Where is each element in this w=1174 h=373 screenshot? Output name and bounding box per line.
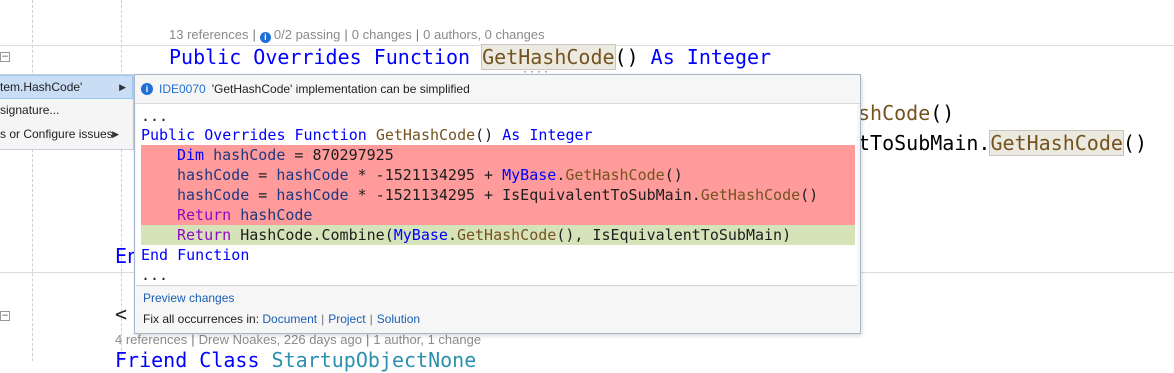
keyword-text: Public Overrides Function (141, 126, 367, 144)
fn-text: GetHashCode (700, 186, 801, 204)
collapse-toggle[interactable]: − (0, 52, 10, 62)
code-text: . (447, 226, 457, 244)
keyword-text: MyBase (502, 166, 557, 184)
member-access-text: tToSubMain. (858, 131, 991, 155)
menu-item-change-signature[interactable]: signature... (0, 99, 133, 123)
menu-item-label: signature... (0, 103, 60, 117)
fn-text: GetHashCode (375, 126, 476, 144)
code-text: * -1521134295 + IsEquivalentToSubMain. (348, 186, 701, 204)
codelens-changes[interactable]: 1 author, 1 change (373, 332, 481, 347)
indent-guide (32, 0, 33, 361)
function-name-highlighted[interactable]: GetHashCode (481, 44, 616, 70)
removed-line: hashCode = hashCode * -1521134295 + IsEq… (177, 185, 818, 205)
collapse-toggle[interactable]: − (0, 311, 10, 321)
class-name-text: StartupObjectNone (271, 348, 477, 372)
preview-signature: Public Overrides Function GetHashCode() … (141, 125, 593, 145)
parens-text: () (930, 101, 955, 125)
menu-item-suppress-configure[interactable]: s or Configure issues ▶ (0, 123, 133, 147)
fix-all-label: Fix all occurrences in: (143, 312, 260, 326)
quick-actions-menu: tem.HashCode' ▶ signature... s or Config… (0, 74, 134, 150)
keyword-text: Public Overrides Function (169, 45, 471, 69)
code-text: = 870297925 (285, 146, 394, 164)
codelens-authors[interactable]: 0 authors, 0 changes (423, 27, 544, 42)
code-text: () (800, 186, 819, 204)
code-line-right-2: tToSubMain.GetHashCode() (858, 130, 1147, 156)
var-text: hashCode (213, 146, 286, 164)
codelens-author[interactable]: Drew Noakes, 226 days ago (199, 332, 362, 347)
code-preview: ... Public Overrides Function GetHashCod… (136, 104, 857, 286)
var-text: hashCode (240, 206, 313, 224)
code-text: () (664, 166, 683, 184)
preview-popup: i IDE0070 'GetHashCode' implementation c… (134, 74, 861, 334)
parens-text: () (614, 45, 639, 69)
preview-ellipsis: ... (141, 107, 169, 125)
codelens-changes[interactable]: 0 changes (352, 27, 412, 42)
codelens-references[interactable]: 4 references (115, 332, 187, 347)
codelens-tests[interactable]: 0/2 passing (274, 27, 341, 42)
fix-document-link[interactable]: Document (262, 312, 317, 326)
info-icon: i (141, 83, 153, 95)
keyword-text: Dim (177, 146, 205, 164)
code-line-signature: Public Overrides Function GetHashCode() … (169, 44, 771, 70)
keyword-text: MyBase (393, 226, 448, 244)
parens-text: () (475, 126, 494, 144)
keyword-text: Return (177, 226, 232, 244)
fn-text: GetHashCode (565, 166, 665, 184)
menu-item-label: tem.HashCode' (0, 80, 83, 94)
codelens-top: 13 references | i 0/2 passing | 0 changes | 0 a… (169, 27, 545, 43)
fn-fragment: shCode (858, 101, 931, 125)
var-text: hashCode (276, 166, 349, 184)
keyword-text: Return (177, 206, 232, 224)
code-text: = (249, 166, 277, 184)
info-icon: i (259, 32, 271, 43)
added-line: Return HashCode.Combine(MyBase.GetHashCo… (177, 225, 791, 245)
keyword-text: Friend Class (115, 348, 260, 372)
diagnostic-message: 'GetHashCode' implementation can be simp… (211, 82, 470, 96)
return-type-text: As Integer (650, 45, 772, 69)
codelens-bottom: 4 references | Drew Noakes, 226 days ago | 1… (115, 332, 482, 347)
submenu-arrow-icon: ▶ (119, 82, 126, 92)
var-text: hashCode (276, 186, 349, 204)
codelens-references[interactable]: 13 references (169, 27, 249, 42)
fix-project-link[interactable]: Project (328, 312, 365, 326)
popup-header: i IDE0070 'GetHashCode' implementation c… (135, 75, 860, 104)
menu-item-label: s or Configure issues (0, 127, 113, 141)
code-text: (), IsEquivalentToSubMain) (556, 226, 792, 244)
preview-ellipsis: ... (141, 266, 169, 284)
parens-text: () (1122, 131, 1147, 155)
diagnostic-id[interactable]: IDE0070 (159, 82, 206, 96)
removed-line: Return hashCode (177, 205, 312, 225)
fix-solution-link[interactable]: Solution (377, 312, 420, 326)
keyword-text: As Integer (502, 126, 593, 144)
attribute-fragment: < (115, 302, 128, 326)
code-text: HashCode.Combine( (231, 226, 394, 244)
submenu-arrow-icon: ▶ (112, 129, 119, 139)
fn-fragment-highlighted: GetHashCode (989, 130, 1124, 156)
code-line-right-1: shCode() (858, 100, 954, 126)
preview-changes-link[interactable]: Preview changes (143, 291, 234, 305)
preview-end-function: End Function (141, 246, 250, 264)
var-text: hashCode (177, 166, 250, 184)
code-text: * -1521134295 + (348, 166, 503, 184)
var-text: hashCode (177, 186, 250, 204)
removed-line: Dim hashCode = 870297925 (177, 145, 394, 165)
code-text: = (249, 186, 277, 204)
code-line-class: Friend Class StartupObjectNone (115, 347, 476, 373)
code-text: . (556, 166, 566, 184)
menu-item-use-system-hashcode[interactable]: tem.HashCode' ▶ (0, 75, 133, 99)
removed-line: hashCode = hashCode * -1521134295 + MyBa… (177, 165, 683, 185)
fn-text: GetHashCode (456, 226, 557, 244)
popup-footer: Preview changes Fix all occurrences in: … (143, 291, 421, 326)
